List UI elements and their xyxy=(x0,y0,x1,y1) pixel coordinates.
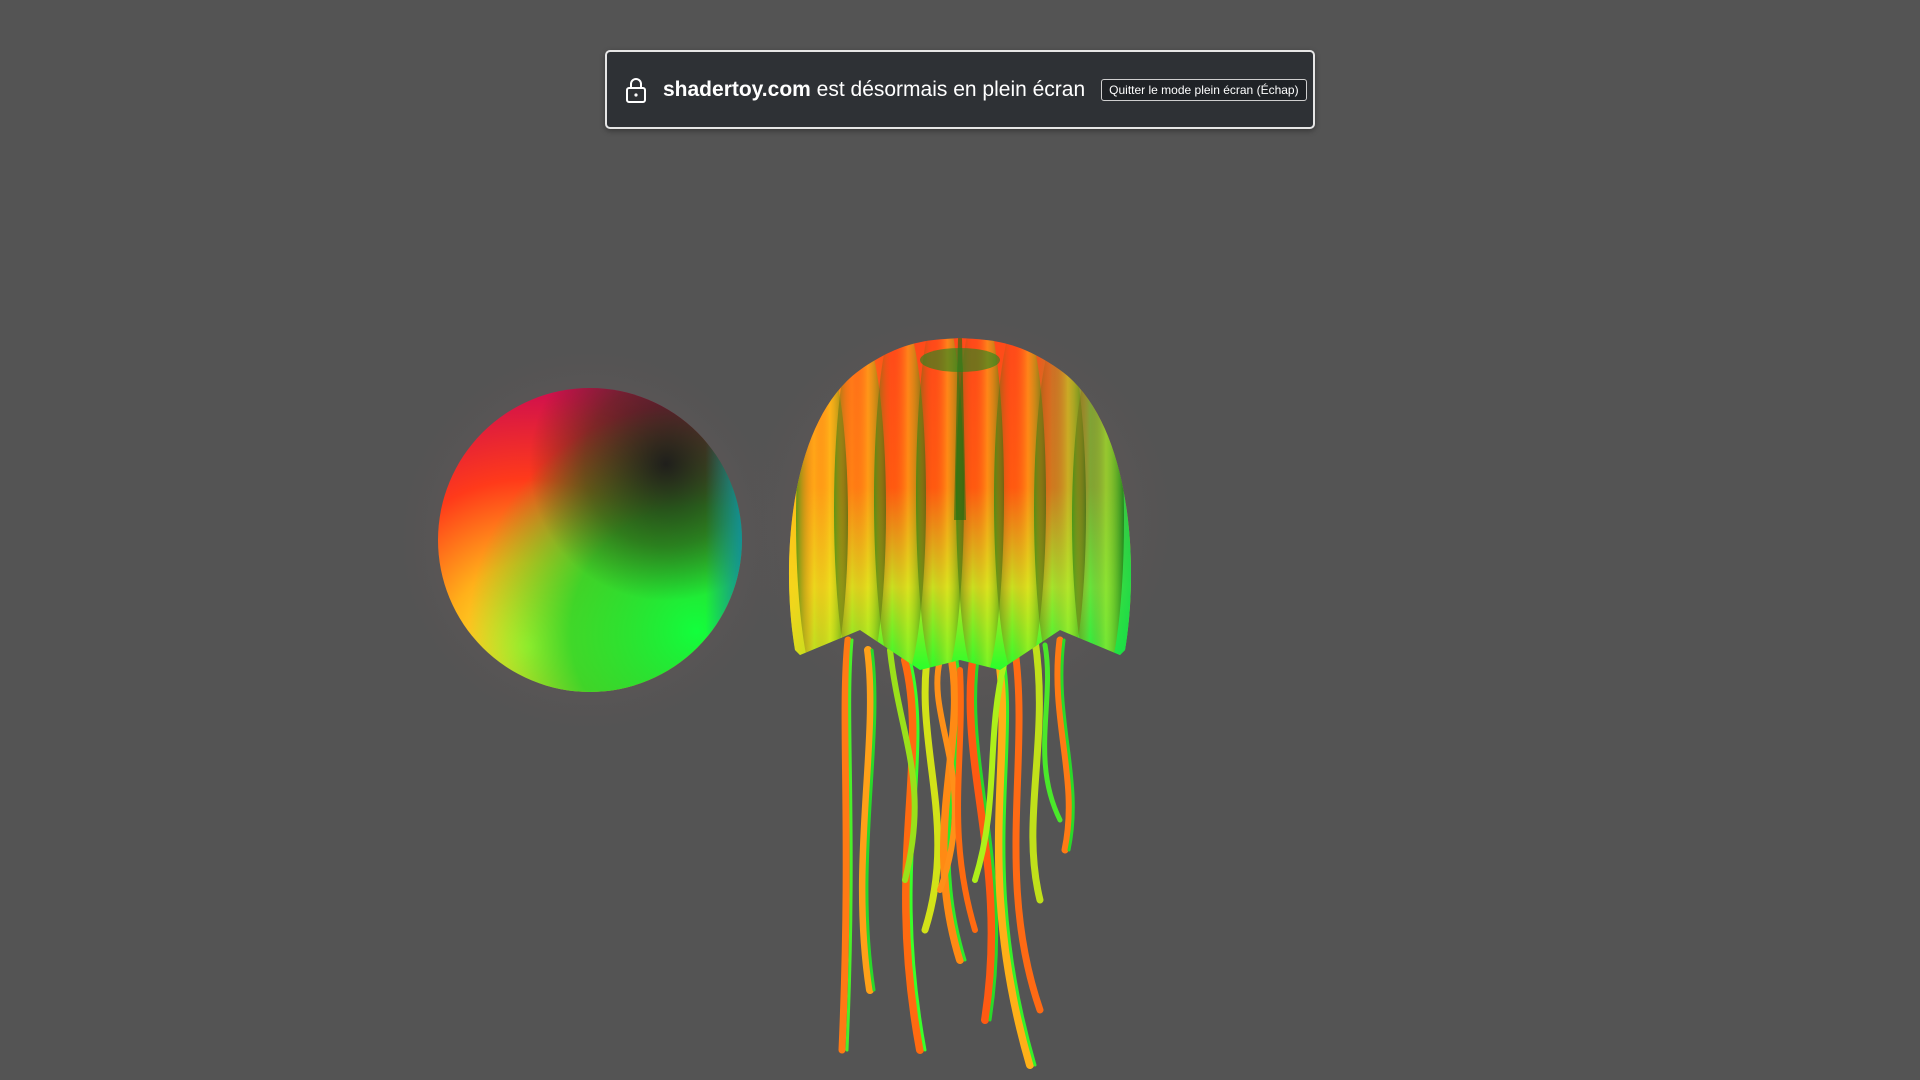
shader-render xyxy=(385,300,1190,1069)
fullscreen-message: shadertoy.com est désormais en plein écr… xyxy=(663,78,1085,102)
shader-canvas[interactable]: shadertoy.com est désormais en plein écr… xyxy=(0,0,1920,1080)
exit-fullscreen-button[interactable]: Quitter le mode plein écran (Échap) xyxy=(1101,78,1307,101)
sphere-object xyxy=(438,388,742,692)
lock-icon xyxy=(626,77,646,103)
fullscreen-notice: shadertoy.com est désormais en plein écr… xyxy=(605,50,1315,129)
fullscreen-text: est désormais en plein écran xyxy=(816,77,1086,101)
site-host: shadertoy.com xyxy=(663,77,811,101)
